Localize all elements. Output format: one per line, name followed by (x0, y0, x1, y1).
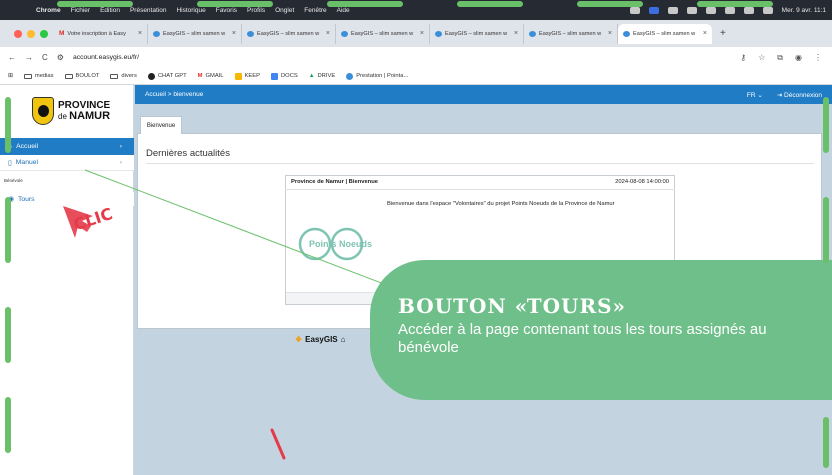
clic-label: CLIC (71, 204, 115, 234)
callout-title: BOUTON «TOURS» (398, 294, 627, 318)
clic-annotation: CLIC (55, 198, 125, 248)
callout-connector-line (84, 169, 406, 293)
callout-description: Accéder à la page contenant tous les tou… (398, 321, 767, 356)
red-annotation-stroke (270, 428, 286, 460)
